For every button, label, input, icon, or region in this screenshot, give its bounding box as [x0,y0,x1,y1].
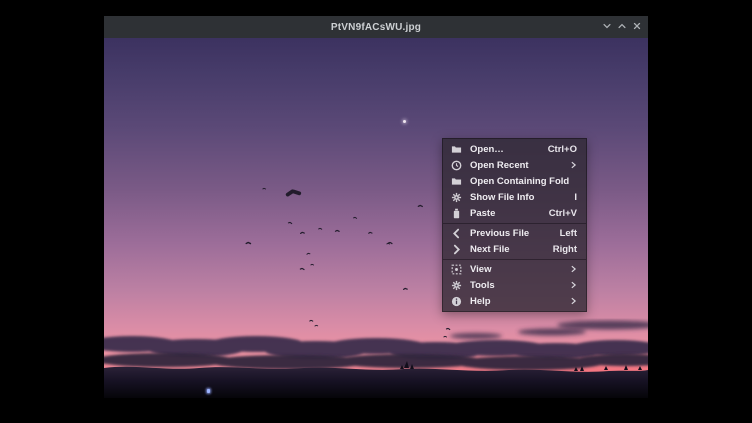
folder-icon [451,176,462,187]
sunset-clouds-hills [104,298,648,398]
menu-item-label: Show File Info [470,192,566,203]
bird-silhouette [262,187,266,189]
chevron-right-icon [451,244,462,255]
menu-item-shortcut: Ctrl+O [548,144,577,155]
bird-silhouette [353,215,357,218]
bird-silhouette [288,220,293,223]
bird-silhouette [386,242,390,244]
context-menu: Open… Ctrl+O Open Recent Open Containing… [442,138,587,312]
chevron-down-icon [602,18,612,36]
hill-silhouette [104,367,648,398]
menu-item-label: Open… [470,144,540,155]
chevron-left-icon [451,228,462,239]
menu-item-label: Help [470,296,562,307]
menu-item-help[interactable]: Help [443,293,586,309]
menu-item-open-containing-folder[interactable]: Open Containing Folder [443,173,586,189]
gear-icon [451,192,462,203]
chevron-up-icon [617,18,627,36]
menu-item-shortcut: I [574,192,577,203]
submenu-arrow-icon [570,264,577,274]
submenu-arrow-icon [570,160,577,170]
menu-item-previous-file[interactable]: Previous File Left [443,225,586,241]
image-viewer-window: PtVN9fACsWU.jpg [104,16,648,398]
clock-icon [451,160,462,171]
menu-item-open-recent[interactable]: Open Recent [443,157,586,173]
menu-item-label: Previous File [470,228,552,239]
folder-icon [451,144,462,155]
photo-canvas[interactable]: Open… Ctrl+O Open Recent Open Containing… [104,38,648,398]
maximize-button[interactable] [614,18,629,36]
bird-silhouette [284,184,300,196]
close-button[interactable] [629,18,644,36]
window-controls [599,16,644,38]
menu-item-label: Paste [470,208,541,219]
menu-separator [443,223,586,224]
minimize-button[interactable] [599,18,614,36]
menu-item-label: Next File [470,244,545,255]
menu-separator [443,259,586,260]
view-icon [451,264,462,275]
bird-silhouette [306,251,310,254]
titlebar[interactable]: PtVN9fACsWU.jpg [104,16,648,38]
paste-icon [451,208,462,219]
menu-item-shortcut: Ctrl+V [549,208,577,219]
bird-silhouette [368,230,373,233]
bird-silhouette [245,240,251,244]
menu-item-tools[interactable]: Tools [443,277,586,293]
menu-item-next-file[interactable]: Next File Right [443,241,586,257]
menu-item-paste[interactable]: Paste Ctrl+V [443,205,586,221]
menu-item-show-file-info[interactable]: Show File Info I [443,189,586,205]
submenu-arrow-icon [570,296,577,306]
menu-item-label: Open Recent [470,160,562,171]
bird-silhouette [310,263,314,265]
window-title: PtVN9fACsWU.jpg [331,22,421,33]
menu-item-label: View [470,264,562,275]
menu-item-shortcut: Left [560,228,577,239]
menu-item-shortcut: Right [553,244,577,255]
menu-item-open[interactable]: Open… Ctrl+O [443,141,586,157]
bird-silhouette [417,203,422,206]
bird-silhouette [335,229,340,232]
info-icon [451,296,462,307]
bird-silhouette [402,286,407,289]
menu-item-label: Open Containing Folder [470,176,569,187]
menu-item-label: Tools [470,280,562,291]
bird-silhouette [299,266,304,269]
menu-item-view[interactable]: View [443,261,586,277]
gear-icon [451,280,462,291]
close-icon [632,18,642,36]
star-dot [403,120,406,123]
bird-silhouette [387,240,392,243]
bird-silhouette [299,230,304,233]
bird-silhouette [318,227,322,230]
submenu-arrow-icon [570,280,577,290]
